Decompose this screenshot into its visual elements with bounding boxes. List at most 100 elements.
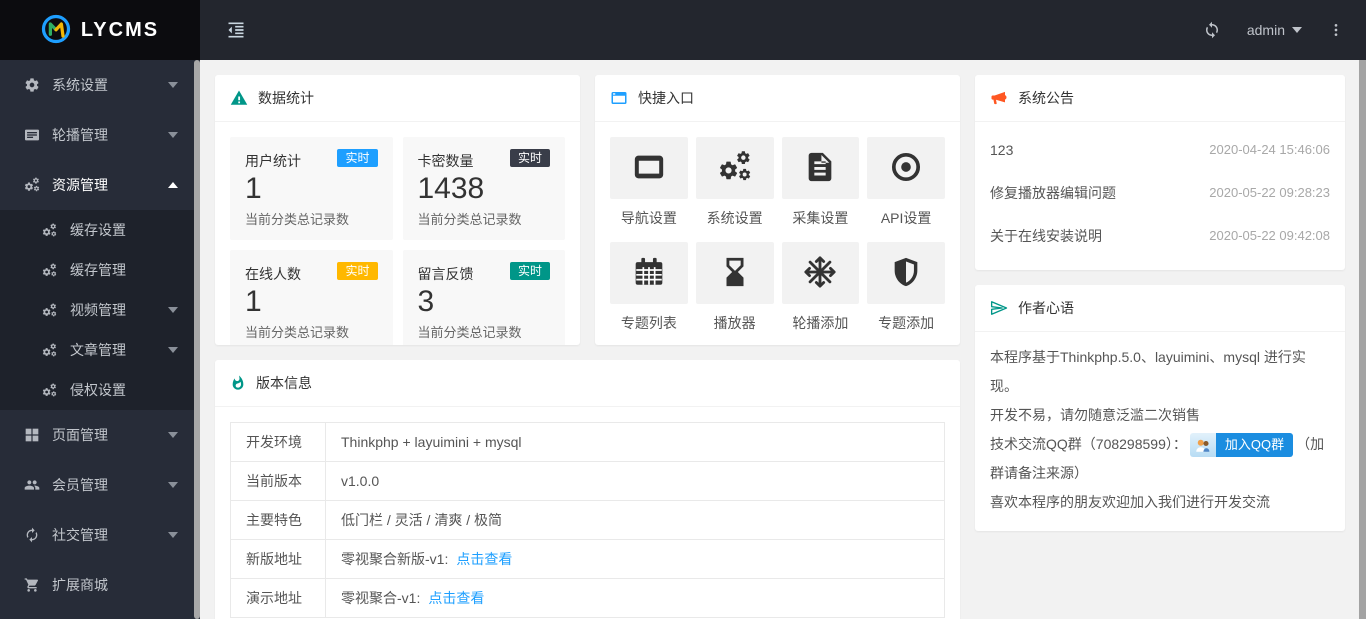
recycle-icon bbox=[24, 527, 41, 543]
chevron-down-icon bbox=[168, 532, 178, 538]
sidebar-subitem-3[interactable]: 文章管理 bbox=[0, 330, 200, 370]
cogs-icon bbox=[42, 383, 59, 398]
grid-icon bbox=[24, 427, 41, 443]
stat-badge: 实时 bbox=[509, 149, 550, 167]
stat-label: 卡密数量 bbox=[417, 153, 474, 169]
target-icon bbox=[889, 150, 923, 187]
sidebar-item-1[interactable]: 轮播管理 bbox=[0, 110, 200, 160]
qq-group-icon bbox=[1189, 433, 1216, 458]
author-notes-card-header: 作者心语 bbox=[975, 285, 1345, 332]
version-row-value: v1.0.0 bbox=[341, 473, 380, 489]
sidebar-subitem-2[interactable]: 视频管理 bbox=[0, 290, 200, 330]
cogs-icon bbox=[718, 150, 752, 187]
more-options-button[interactable] bbox=[1328, 21, 1344, 39]
chevron-down-icon bbox=[168, 432, 178, 438]
stat-badge: 实时 bbox=[337, 262, 378, 280]
sidebar-subitem-4[interactable]: 侵权设置 bbox=[0, 370, 200, 410]
stats-card-header: 数据统计 bbox=[215, 75, 580, 122]
stat-box-3: 留言反馈 实时 3 当前分类总记录数 bbox=[402, 250, 565, 345]
quick-entry-2[interactable]: 采集设置 bbox=[781, 137, 860, 228]
chevron-down-icon bbox=[168, 82, 178, 88]
refresh-button[interactable] bbox=[1203, 21, 1221, 39]
announcement-title: 123 bbox=[990, 141, 1014, 158]
view-link[interactable]: 点击查看 bbox=[456, 551, 512, 567]
sidebar-collapse-button[interactable] bbox=[226, 20, 246, 40]
quick-entry-label: API设置 bbox=[880, 210, 932, 226]
quick-entry-6[interactable]: 轮播添加 bbox=[781, 242, 860, 333]
announcements-card-header: 系统公告 bbox=[975, 75, 1345, 122]
quick-entry-5[interactable]: 播放器 bbox=[695, 242, 774, 333]
stat-box-2: 在线人数 实时 1 当前分类总记录数 bbox=[230, 250, 393, 345]
sidebar-item-label: 轮播管理 bbox=[52, 127, 108, 143]
chevron-down-icon bbox=[168, 132, 178, 138]
quick-entry-4[interactable]: 专题列表 bbox=[610, 242, 688, 333]
sidebar-item-0[interactable]: 系统设置 bbox=[0, 60, 200, 110]
tv-icon bbox=[24, 127, 41, 143]
version-row-value: 低门栏 / 灵活 / 清爽 / 极简 bbox=[341, 512, 503, 528]
announcement-date: 2020-05-22 09:28:23 bbox=[1209, 185, 1330, 200]
announcement-item-2[interactable]: 关于在线安装说明 2020-05-22 09:42:08 bbox=[990, 214, 1330, 257]
sidebar-item-6[interactable]: 扩展商城 bbox=[0, 560, 200, 610]
version-row-value: Thinkphp + layuimini + mysql bbox=[341, 434, 522, 450]
quick-entry-label: 导航设置 bbox=[620, 210, 677, 226]
brand-logo: LYCMS bbox=[0, 0, 200, 60]
stats-card-title: 数据统计 bbox=[258, 90, 314, 106]
version-row-value: 零视聚合-v1: bbox=[341, 590, 421, 606]
announcement-date: 2020-05-22 09:42:08 bbox=[1209, 228, 1330, 243]
page-scrollbar[interactable] bbox=[1358, 60, 1366, 619]
sidebar-subitem-1[interactable]: 缓存管理 bbox=[0, 250, 200, 290]
username-label: admin bbox=[1246, 22, 1285, 38]
sidebar-item-label: 系统设置 bbox=[52, 77, 108, 93]
stat-box-0: 用户统计 实时 1 当前分类总记录数 bbox=[230, 137, 393, 240]
version-row-label: 新版地址 bbox=[230, 539, 326, 579]
quick-entry-label: 轮播添加 bbox=[792, 315, 849, 331]
quick-entry-card: 快捷入口 导航设置 系统设置 采集设置 API设置专题列表 播放器 轮播添加 专题添加 bbox=[595, 75, 960, 345]
sidebar-item-2[interactable]: 资源管理 bbox=[0, 160, 200, 210]
announcement-item-0[interactable]: 123 2020-04-24 15:46:06 bbox=[990, 128, 1330, 171]
join-qq-group-button[interactable]: 加入QQ群 bbox=[1189, 433, 1294, 458]
app-window: LYCMS admin 系统设置 轮播管理 资源管理 缓存设置 缓存管理 视频管理 文章管理… bbox=[0, 0, 1366, 619]
top-header: LYCMS admin bbox=[0, 0, 1366, 60]
sidebar-subitem-0[interactable]: 缓存设置 bbox=[0, 210, 200, 250]
sidebar-subitem-label: 视频管理 bbox=[70, 302, 126, 318]
version-row-value: 零视聚合新版-v1: bbox=[341, 551, 449, 567]
author-notes-card: 作者心语 本程序基于Thinkphp.5.0、layuimini、mysql 进… bbox=[975, 285, 1345, 531]
brand-name: LYCMS bbox=[80, 18, 160, 41]
sidebar-scrollbar[interactable] bbox=[194, 60, 200, 619]
stat-label: 用户统计 bbox=[245, 153, 301, 169]
stat-description: 当前分类总记录数 bbox=[245, 325, 350, 340]
version-info-card-title: 版本信息 bbox=[256, 375, 312, 391]
view-link[interactable]: 点击查看 bbox=[428, 590, 484, 606]
quick-entry-3[interactable]: API设置 bbox=[867, 137, 945, 228]
sidebar-item-5[interactable]: 社交管理 bbox=[0, 510, 200, 560]
sidebar-submenu: 缓存设置 缓存管理视频管理文章管理侵权设置 bbox=[0, 210, 200, 410]
chevron-down-icon bbox=[168, 307, 178, 313]
quick-entry-label: 采集设置 bbox=[792, 210, 849, 226]
sidebar-item-label: 页面管理 bbox=[52, 427, 108, 443]
sidebar-item-4[interactable]: 会员管理 bbox=[0, 460, 200, 510]
announcement-item-1[interactable]: 修复播放器编辑问题 2020-05-22 09:28:23 bbox=[990, 171, 1330, 214]
stat-value: 1 bbox=[245, 285, 262, 318]
sidebar-subitem-label: 文章管理 bbox=[70, 342, 126, 358]
version-row-label: 开发环境 bbox=[230, 422, 326, 462]
cogs-icon bbox=[42, 223, 59, 238]
announcement-date: 2020-04-24 15:46:06 bbox=[1209, 142, 1330, 157]
cogs-icon bbox=[42, 263, 59, 278]
version-table-row: 开发环境 Thinkphp + layuimini + mysql bbox=[230, 422, 945, 462]
user-menu-dropdown[interactable]: admin bbox=[1247, 22, 1302, 38]
sidebar-item-label: 资源管理 bbox=[52, 177, 108, 193]
quick-entry-0[interactable]: 导航设置 bbox=[610, 137, 688, 228]
quick-entry-7[interactable]: 专题添加 bbox=[867, 242, 945, 333]
quick-entry-card-title: 快捷入口 bbox=[638, 90, 694, 106]
quick-entry-1[interactable]: 系统设置 bbox=[695, 137, 774, 228]
version-table-row: 当前版本 v1.0.0 bbox=[230, 461, 945, 501]
cart-icon bbox=[24, 577, 41, 593]
cogs-icon bbox=[42, 303, 59, 318]
stat-description: 当前分类总记录数 bbox=[417, 325, 522, 340]
version-row-label: 主要特色 bbox=[230, 500, 326, 540]
version-table-row: 新版地址 零视聚合新版-v1: 点击查看 bbox=[230, 539, 945, 579]
cogs-icon bbox=[42, 343, 59, 358]
page-scrollbar-thumb[interactable] bbox=[1359, 60, 1366, 619]
sidebar-item-3[interactable]: 页面管理 bbox=[0, 410, 200, 460]
version-row-label: 当前版本 bbox=[230, 461, 326, 501]
